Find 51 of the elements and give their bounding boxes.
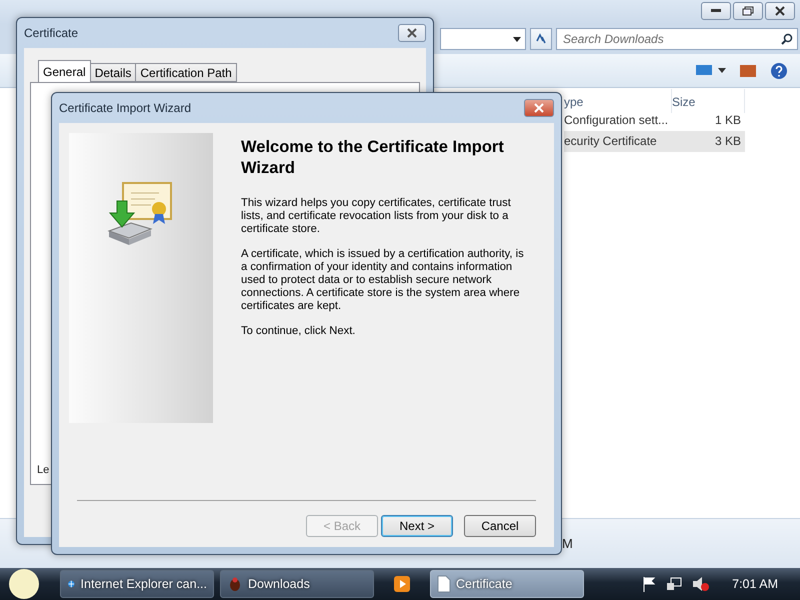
view-button[interactable] bbox=[696, 64, 726, 76]
bug-icon bbox=[227, 576, 243, 592]
monitor-icon bbox=[696, 64, 712, 76]
column-header[interactable]: ype bbox=[564, 89, 672, 113]
wizard-button[interactable]: Next > bbox=[381, 515, 453, 537]
wizard-paragraph: To continue, click Next. bbox=[241, 325, 356, 338]
wizard-button[interactable]: Cancel bbox=[464, 515, 536, 537]
flag-icon bbox=[642, 576, 656, 592]
search-input[interactable]: Search Downloads bbox=[561, 31, 761, 47]
close-icon bbox=[407, 28, 417, 38]
clock: 7:01 AM bbox=[732, 577, 778, 591]
minimize-button[interactable] bbox=[701, 2, 731, 20]
tab[interactable]: Details bbox=[90, 63, 136, 82]
document-icon bbox=[437, 575, 451, 593]
file-type-cell[interactable]: ecurity Certificate bbox=[564, 131, 672, 152]
close-button[interactable] bbox=[398, 24, 426, 42]
wizard-paragraph: This wizard helps you copy certificates, certificate trust lists, and certificate revocation lists from your disk to a certificate store. bbox=[241, 197, 512, 236]
dropdown-icon bbox=[513, 36, 521, 42]
wizard-paragraph: A certificate, which is issued by a certification authority, is a confirmation of your identity and contains information used to protect data or to establish secure network connections. A certificate store is the system area where certificates are kept. bbox=[241, 248, 525, 313]
close-icon bbox=[534, 103, 544, 113]
dropdown-icon bbox=[718, 68, 726, 73]
restore-icon bbox=[742, 6, 754, 16]
search-field[interactable]: Search Downloads bbox=[556, 28, 798, 50]
minimize-icon bbox=[711, 9, 721, 13]
file-type-cell[interactable]: Configuration sett... bbox=[564, 110, 672, 131]
address-field[interactable] bbox=[440, 28, 526, 50]
pane-button[interactable] bbox=[740, 64, 756, 76]
file-size-cell[interactable]: 1 KB bbox=[672, 110, 745, 131]
file-size-cell[interactable]: 3 KB bbox=[672, 131, 745, 152]
help-button[interactable] bbox=[770, 62, 788, 80]
wizard-heading: Welcome to the Certificate Import Wizard bbox=[241, 137, 505, 179]
media-player-icon bbox=[393, 575, 411, 593]
network-icon bbox=[666, 576, 682, 592]
muted-speaker-icon bbox=[692, 576, 710, 592]
window-title: Certificate Import Wizard bbox=[59, 101, 192, 115]
window-title: Certificate bbox=[24, 26, 78, 40]
close-icon bbox=[775, 6, 785, 16]
close-button[interactable] bbox=[765, 2, 795, 20]
tab[interactable]: General bbox=[38, 60, 91, 82]
help-icon bbox=[770, 62, 788, 80]
taskbar-button[interactable]: Downloads bbox=[220, 570, 374, 598]
details-text: M bbox=[562, 536, 573, 551]
panel-icon bbox=[740, 64, 756, 76]
taskbar-button[interactable]: Internet Explorer can... bbox=[60, 570, 214, 598]
column-header[interactable]: Size bbox=[672, 89, 745, 113]
search-icon bbox=[781, 33, 793, 45]
tab[interactable]: Certification Path bbox=[135, 63, 237, 82]
panel-text: Le bbox=[37, 464, 50, 476]
restore-button[interactable] bbox=[733, 2, 763, 20]
refresh-button[interactable] bbox=[530, 28, 552, 50]
certificate-import-icon bbox=[107, 181, 175, 247]
